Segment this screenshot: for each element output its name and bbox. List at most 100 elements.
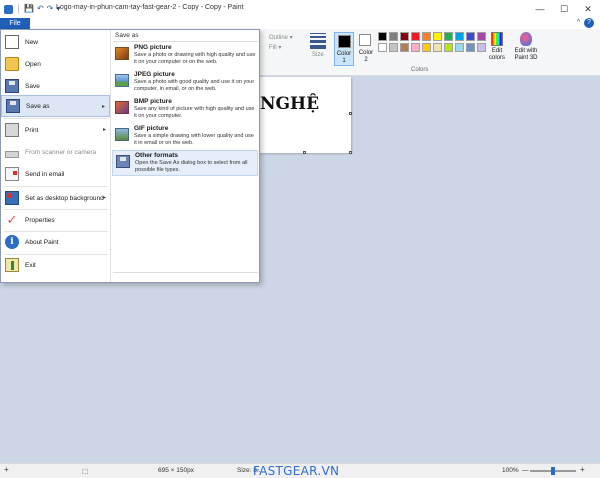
size-label: Size bbox=[312, 52, 324, 58]
close-button[interactable]: ✕ bbox=[576, 0, 600, 18]
menu-item-save[interactable]: Save bbox=[1, 75, 110, 97]
window-title: Logo-may-in-phun-cam-tay-fast-gear-2 - C… bbox=[56, 4, 244, 11]
maximize-button[interactable]: ☐ bbox=[552, 0, 576, 18]
save-as-png[interactable]: PNG picture Save a photo or drawing with… bbox=[112, 43, 258, 69]
palette-swatch[interactable] bbox=[378, 32, 387, 41]
menu-item-label: Send in email bbox=[25, 170, 65, 178]
resize-handle-corner[interactable] bbox=[349, 151, 352, 154]
menu-item-exit[interactable]: Exit bbox=[1, 254, 110, 276]
menu-item-about[interactable]: i About Paint bbox=[1, 231, 110, 253]
drawing-canvas[interactable]: NGHỆ bbox=[258, 77, 352, 154]
option-title: Other formats bbox=[135, 152, 178, 159]
file-tab[interactable]: File bbox=[0, 18, 30, 29]
palette-swatch[interactable] bbox=[389, 32, 398, 41]
menu-item-open[interactable]: Open bbox=[1, 53, 110, 75]
palette-swatch[interactable] bbox=[477, 32, 486, 41]
palette-swatch[interactable] bbox=[466, 43, 475, 52]
palette-swatch[interactable] bbox=[422, 43, 431, 52]
menu-item-print[interactable]: Print ▸ bbox=[1, 119, 110, 141]
menu-item-from-scanner[interactable]: From scanner or camera bbox=[1, 141, 110, 163]
palette-swatch[interactable] bbox=[400, 43, 409, 52]
zoom-out-button[interactable]: — bbox=[522, 467, 529, 474]
menu-item-save-as[interactable]: Save as ▸ bbox=[1, 95, 110, 117]
outline-dropdown[interactable]: Outline ▾ bbox=[269, 34, 293, 41]
resize-handle-right[interactable] bbox=[349, 112, 352, 115]
option-description: Save any kind of picture with high quali… bbox=[134, 106, 255, 119]
save-as-submenu: Save as PNG picture Save a photo or draw… bbox=[112, 30, 259, 282]
canvas-dimensions: 695 × 150px bbox=[158, 467, 194, 474]
color2-swatch bbox=[359, 34, 371, 46]
color2-label-line2: 2 bbox=[364, 57, 368, 63]
submenu-arrow-icon: ▸ bbox=[102, 195, 106, 201]
palette-swatch[interactable] bbox=[411, 43, 420, 52]
save-as-jpeg[interactable]: JPEG picture Save a photo with good qual… bbox=[112, 70, 258, 96]
color-palette bbox=[378, 32, 488, 52]
color2-button[interactable]: Color 2 bbox=[357, 32, 375, 66]
palette-swatch[interactable] bbox=[400, 32, 409, 41]
colors-group-label: Colors bbox=[411, 67, 429, 73]
zoom-slider-thumb[interactable] bbox=[551, 467, 555, 475]
desktop-icon bbox=[5, 191, 19, 205]
edit-colors-button[interactable]: Edit colors bbox=[486, 32, 508, 66]
edit-colors-line1: Edit bbox=[491, 48, 503, 54]
zoom-level: 100% bbox=[502, 467, 519, 474]
toolbar-divider bbox=[18, 4, 19, 14]
save-as-other-formats[interactable]: Other formats Open the Save As dialog bo… bbox=[112, 150, 258, 176]
gif-picture-icon bbox=[115, 128, 129, 141]
menu-item-label: Properties bbox=[25, 216, 55, 224]
checkmark-icon: ✓ bbox=[6, 212, 18, 227]
palette-swatch[interactable] bbox=[422, 32, 431, 41]
info-icon: i bbox=[5, 235, 19, 249]
palette-swatch[interactable] bbox=[444, 43, 453, 52]
palette-swatch[interactable] bbox=[455, 43, 464, 52]
collapse-ribbon-icon[interactable]: ^ bbox=[577, 19, 580, 26]
palette-swatch[interactable] bbox=[444, 32, 453, 41]
option-description: Save a simple drawing with lower quality… bbox=[134, 133, 254, 146]
option-description: Open the Save As dialog box to select fr… bbox=[135, 160, 248, 173]
palette-swatch[interactable] bbox=[433, 32, 442, 41]
zoom-in-button[interactable]: + bbox=[580, 465, 585, 474]
save-disk-icon bbox=[5, 79, 19, 93]
quick-save-icon[interactable]: 💾 bbox=[24, 4, 34, 14]
title-bar: 💾 ↶ ↷ ▾ Logo-may-in-phun-cam-tay-fast-ge… bbox=[0, 0, 600, 18]
save-as-gif[interactable]: GIF picture Save a simple drawing with l… bbox=[112, 124, 258, 150]
menu-item-properties[interactable]: ✓ Properties bbox=[1, 209, 110, 231]
palette-swatch[interactable] bbox=[466, 32, 475, 41]
palette-swatch[interactable] bbox=[455, 32, 464, 41]
scanner-icon bbox=[5, 150, 19, 158]
color1-swatch bbox=[338, 35, 351, 48]
fill-dropdown[interactable]: Fill ▾ bbox=[269, 44, 281, 51]
edit-with-paint3d-button[interactable]: Edit with Paint 3D bbox=[511, 32, 541, 66]
color-wheel-icon bbox=[491, 32, 503, 46]
menu-item-desktop-background[interactable]: Set as desktop background ▸ bbox=[1, 187, 110, 209]
fill-label: Fill bbox=[269, 45, 277, 51]
palette-swatch[interactable] bbox=[389, 43, 398, 52]
email-icon bbox=[5, 167, 19, 181]
png-picture-icon bbox=[115, 47, 129, 60]
save-as-bmp[interactable]: BMP picture Save any kind of picture wit… bbox=[112, 97, 258, 123]
submenu-divider bbox=[113, 41, 258, 42]
resize-handle-bottom[interactable] bbox=[303, 151, 306, 154]
zoom-slider[interactable] bbox=[530, 467, 576, 475]
menu-item-new[interactable]: New bbox=[1, 31, 110, 53]
palette-swatch[interactable] bbox=[477, 43, 486, 52]
color1-label-line1: Color bbox=[336, 51, 352, 57]
help-icon[interactable]: ? bbox=[584, 18, 594, 28]
undo-icon[interactable]: ↶ bbox=[37, 4, 44, 14]
save-as-icon bbox=[6, 99, 20, 113]
size-lines-icon[interactable] bbox=[310, 33, 326, 49]
canvas-text: NGHỆ bbox=[260, 94, 320, 114]
palette-swatch[interactable] bbox=[378, 43, 387, 52]
palette-swatch[interactable] bbox=[411, 32, 420, 41]
other-formats-disk-icon bbox=[116, 155, 130, 168]
exit-icon bbox=[5, 258, 19, 272]
submenu-bottom-divider bbox=[113, 272, 258, 273]
color1-button[interactable]: Color 1 bbox=[334, 32, 354, 66]
menu-item-label: Save as bbox=[26, 102, 50, 110]
menu-item-send-email[interactable]: Send in email bbox=[1, 163, 110, 185]
redo-icon[interactable]: ↷ bbox=[47, 4, 54, 14]
minimize-button[interactable]: — bbox=[528, 0, 552, 18]
option-title: JPEG picture bbox=[134, 71, 175, 78]
file-menu-commands: New Open Save Save as ▸ Print ▸ From sca… bbox=[1, 30, 111, 282]
palette-swatch[interactable] bbox=[433, 43, 442, 52]
